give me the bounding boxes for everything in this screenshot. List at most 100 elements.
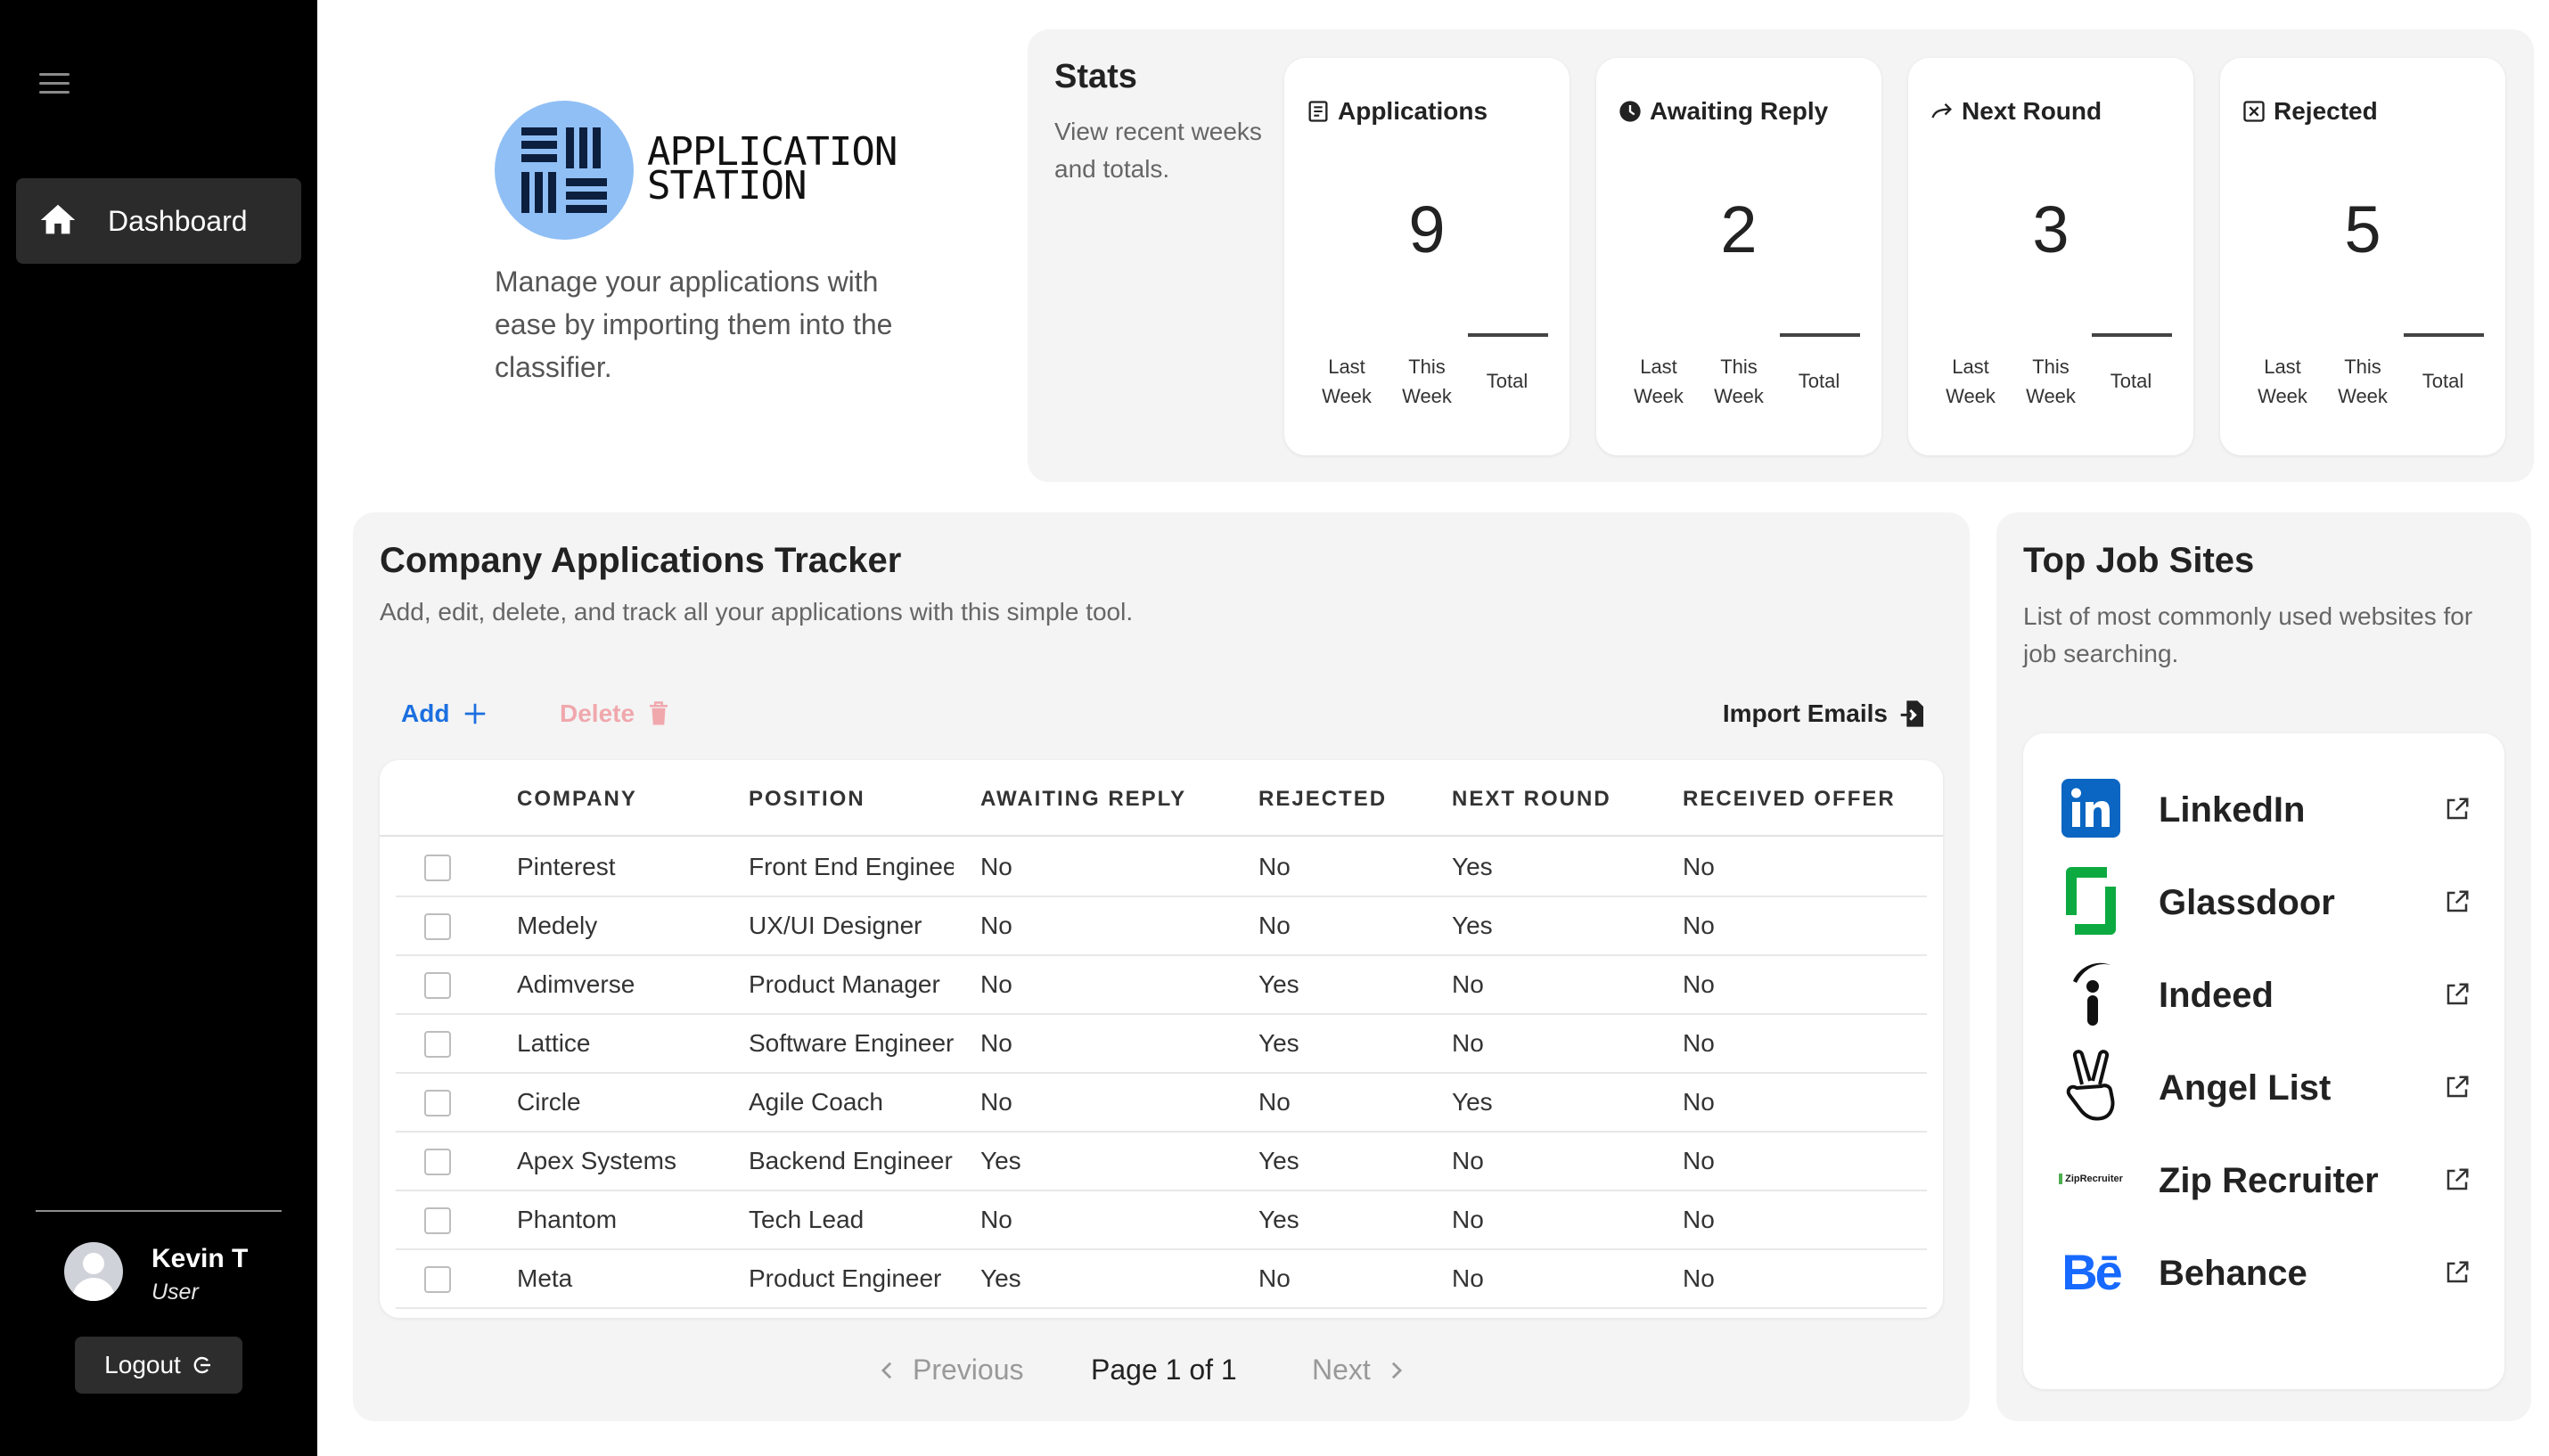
cell-rejected: No <box>1258 1264 1291 1292</box>
stat-total-bar <box>2092 333 2172 337</box>
previous-page-button[interactable]: Previous <box>881 1354 1024 1386</box>
column-header-company[interactable]: COMPANY <box>517 787 637 812</box>
column-header-position[interactable]: POSITION <box>749 787 865 812</box>
table-row[interactable]: Medely UX/UI Designer No No Yes No <box>396 897 1927 956</box>
add-label: Add <box>401 699 450 727</box>
row-checkbox[interactable] <box>424 1031 451 1058</box>
stats-description: View recent weeks and totals. <box>1054 118 1262 183</box>
plus-icon <box>465 703 486 724</box>
cell-position: Agile Coach <box>749 1088 883 1116</box>
external-link-icon <box>2447 1168 2469 1190</box>
row-checkbox[interactable] <box>424 1149 451 1175</box>
job-site-name: Behance <box>2159 1254 2307 1293</box>
job-site-linkedin[interactable]: LinkedIn <box>2055 773 2474 844</box>
cell-position: Product Manager <box>749 970 940 998</box>
column-header-next-round[interactable]: NEXT ROUND <box>1452 787 1611 812</box>
row-checkbox[interactable] <box>424 913 451 940</box>
x-box-icon <box>2243 101 2265 122</box>
stat-value: 2 <box>1720 192 1758 266</box>
job-sites-panel: Top Job Sites List of most commonly used… <box>1996 512 2531 1421</box>
user-name: Kevin T <box>152 1244 249 1273</box>
file-import-icon <box>1900 700 1923 727</box>
cell-company: Meta <box>517 1264 573 1292</box>
stat-label: Awaiting Reply <box>1650 97 1829 125</box>
cell-awaiting-reply: No <box>980 970 1012 998</box>
stat-col-this-week: This Week <box>2026 356 2076 407</box>
app-logo <box>495 101 634 240</box>
linkedin-icon <box>2055 773 2127 844</box>
stat-col-total: Total <box>2110 370 2152 392</box>
job-site-indeed[interactable]: Indeed <box>2055 958 2474 1029</box>
stat-col-total: Total <box>2422 370 2464 392</box>
cell-received-offer: No <box>1683 1264 1715 1292</box>
table-row[interactable]: Meta Product Engineer Yes No No No <box>396 1250 1927 1309</box>
job-site-angellist[interactable]: Angel List <box>2055 1050 2474 1122</box>
chevron-left-icon <box>881 1362 892 1378</box>
row-checkbox[interactable] <box>424 972 451 999</box>
cell-position: Front End Engineer <box>749 853 954 880</box>
column-header-awaiting-reply[interactable]: AWAITING REPLY <box>980 787 1186 812</box>
import-emails-button[interactable]: Import Emails <box>1723 699 1925 728</box>
table-row[interactable]: Phantom Tech Lead No Yes No No <box>396 1191 1927 1250</box>
cell-position: Backend Engineer <box>749 1147 953 1174</box>
cell-awaiting-reply: Yes <box>980 1264 1021 1292</box>
sidebar-item-dashboard[interactable]: Dashboard <box>16 178 301 264</box>
cell-next-round: Yes <box>1452 853 1493 880</box>
external-link-icon <box>2447 890 2469 912</box>
stats-title: Stats <box>1054 58 1137 95</box>
stat-col-last-week: Last Week <box>1946 356 1996 407</box>
stat-col-this-week: This Week <box>1402 356 1452 407</box>
tracker-description: Add, edit, delete, and track all your ap… <box>380 598 1134 626</box>
row-checkbox[interactable] <box>424 855 451 881</box>
cell-awaiting-reply: No <box>980 1088 1012 1116</box>
cell-next-round: Yes <box>1452 912 1493 939</box>
cell-position: Product Engineer <box>749 1264 942 1292</box>
job-site-glassdoor[interactable]: Glassdoor <box>2055 865 2474 937</box>
column-header-rejected[interactable]: REJECTED <box>1258 787 1387 812</box>
table-row[interactable]: Adimverse Product Manager No Yes No No <box>396 956 1927 1015</box>
job-site-name: Zip Recruiter <box>2159 1161 2379 1200</box>
page-info: Page 1 of 1 <box>1091 1354 1237 1386</box>
job-site-ziprecruiter[interactable]: ZipRecruiter Zip Recruiter <box>2055 1143 2474 1215</box>
row-checkbox[interactable] <box>424 1207 451 1234</box>
logout-button[interactable]: Logout <box>75 1337 242 1394</box>
table-row[interactable]: Circle Agile Coach No No Yes No <box>396 1074 1927 1133</box>
cell-next-round: No <box>1452 970 1484 998</box>
cell-received-offer: No <box>1683 1029 1715 1057</box>
job-site-name: Indeed <box>2159 976 2274 1015</box>
stat-total-bar <box>2404 333 2484 337</box>
table-row[interactable]: Apex Systems Backend Engineer Yes Yes No No <box>396 1133 1927 1191</box>
next-page-button[interactable]: Next <box>1312 1354 1403 1386</box>
next-label: Next <box>1312 1354 1371 1386</box>
cell-received-offer: No <box>1683 970 1715 998</box>
stat-value: 3 <box>2032 192 2070 266</box>
table-row[interactable]: Pinterest Front End Engineer No No Yes No <box>396 838 1927 897</box>
cell-company: Phantom <box>517 1206 618 1233</box>
hamburger-menu-icon[interactable] <box>39 73 70 96</box>
job-sites-title: Top Job Sites <box>2023 541 2255 580</box>
behance-icon: Bē <box>2055 1236 2127 1307</box>
add-button[interactable]: Add <box>401 699 488 728</box>
table-row[interactable]: Lattice Software Engineer No Yes No No <box>396 1015 1927 1074</box>
cell-awaiting-reply: No <box>980 912 1012 939</box>
stat-label: Rejected <box>2274 97 2378 125</box>
row-checkbox[interactable] <box>424 1266 451 1293</box>
delete-button[interactable]: Delete <box>560 699 670 728</box>
cell-rejected: Yes <box>1258 970 1299 998</box>
external-link-icon <box>2447 798 2469 820</box>
cell-rejected: Yes <box>1258 1029 1299 1057</box>
stat-value: 5 <box>2344 192 2381 266</box>
logout-label: Logout <box>104 1351 181 1378</box>
job-site-name: LinkedIn <box>2159 790 2306 830</box>
job-site-behance[interactable]: Bē Behance <box>2055 1236 2474 1307</box>
stat-card-awaiting-reply: Awaiting Reply 2 Last Week This Week Total <box>1596 58 1881 455</box>
cell-awaiting-reply: Yes <box>980 1147 1021 1174</box>
column-header-received-offer[interactable]: RECEIVED OFFER <box>1683 787 1896 812</box>
sidebar-item-label: Dashboard <box>108 204 248 237</box>
stat-total-bar <box>1780 333 1860 337</box>
row-checkbox[interactable] <box>424 1090 451 1117</box>
glassdoor-icon <box>2055 865 2127 937</box>
stat-total-bar <box>1468 333 1548 337</box>
job-site-name: Glassdoor <box>2159 883 2335 922</box>
stats-panel: Stats View recent weeks and totals. Appl… <box>1028 29 2534 482</box>
